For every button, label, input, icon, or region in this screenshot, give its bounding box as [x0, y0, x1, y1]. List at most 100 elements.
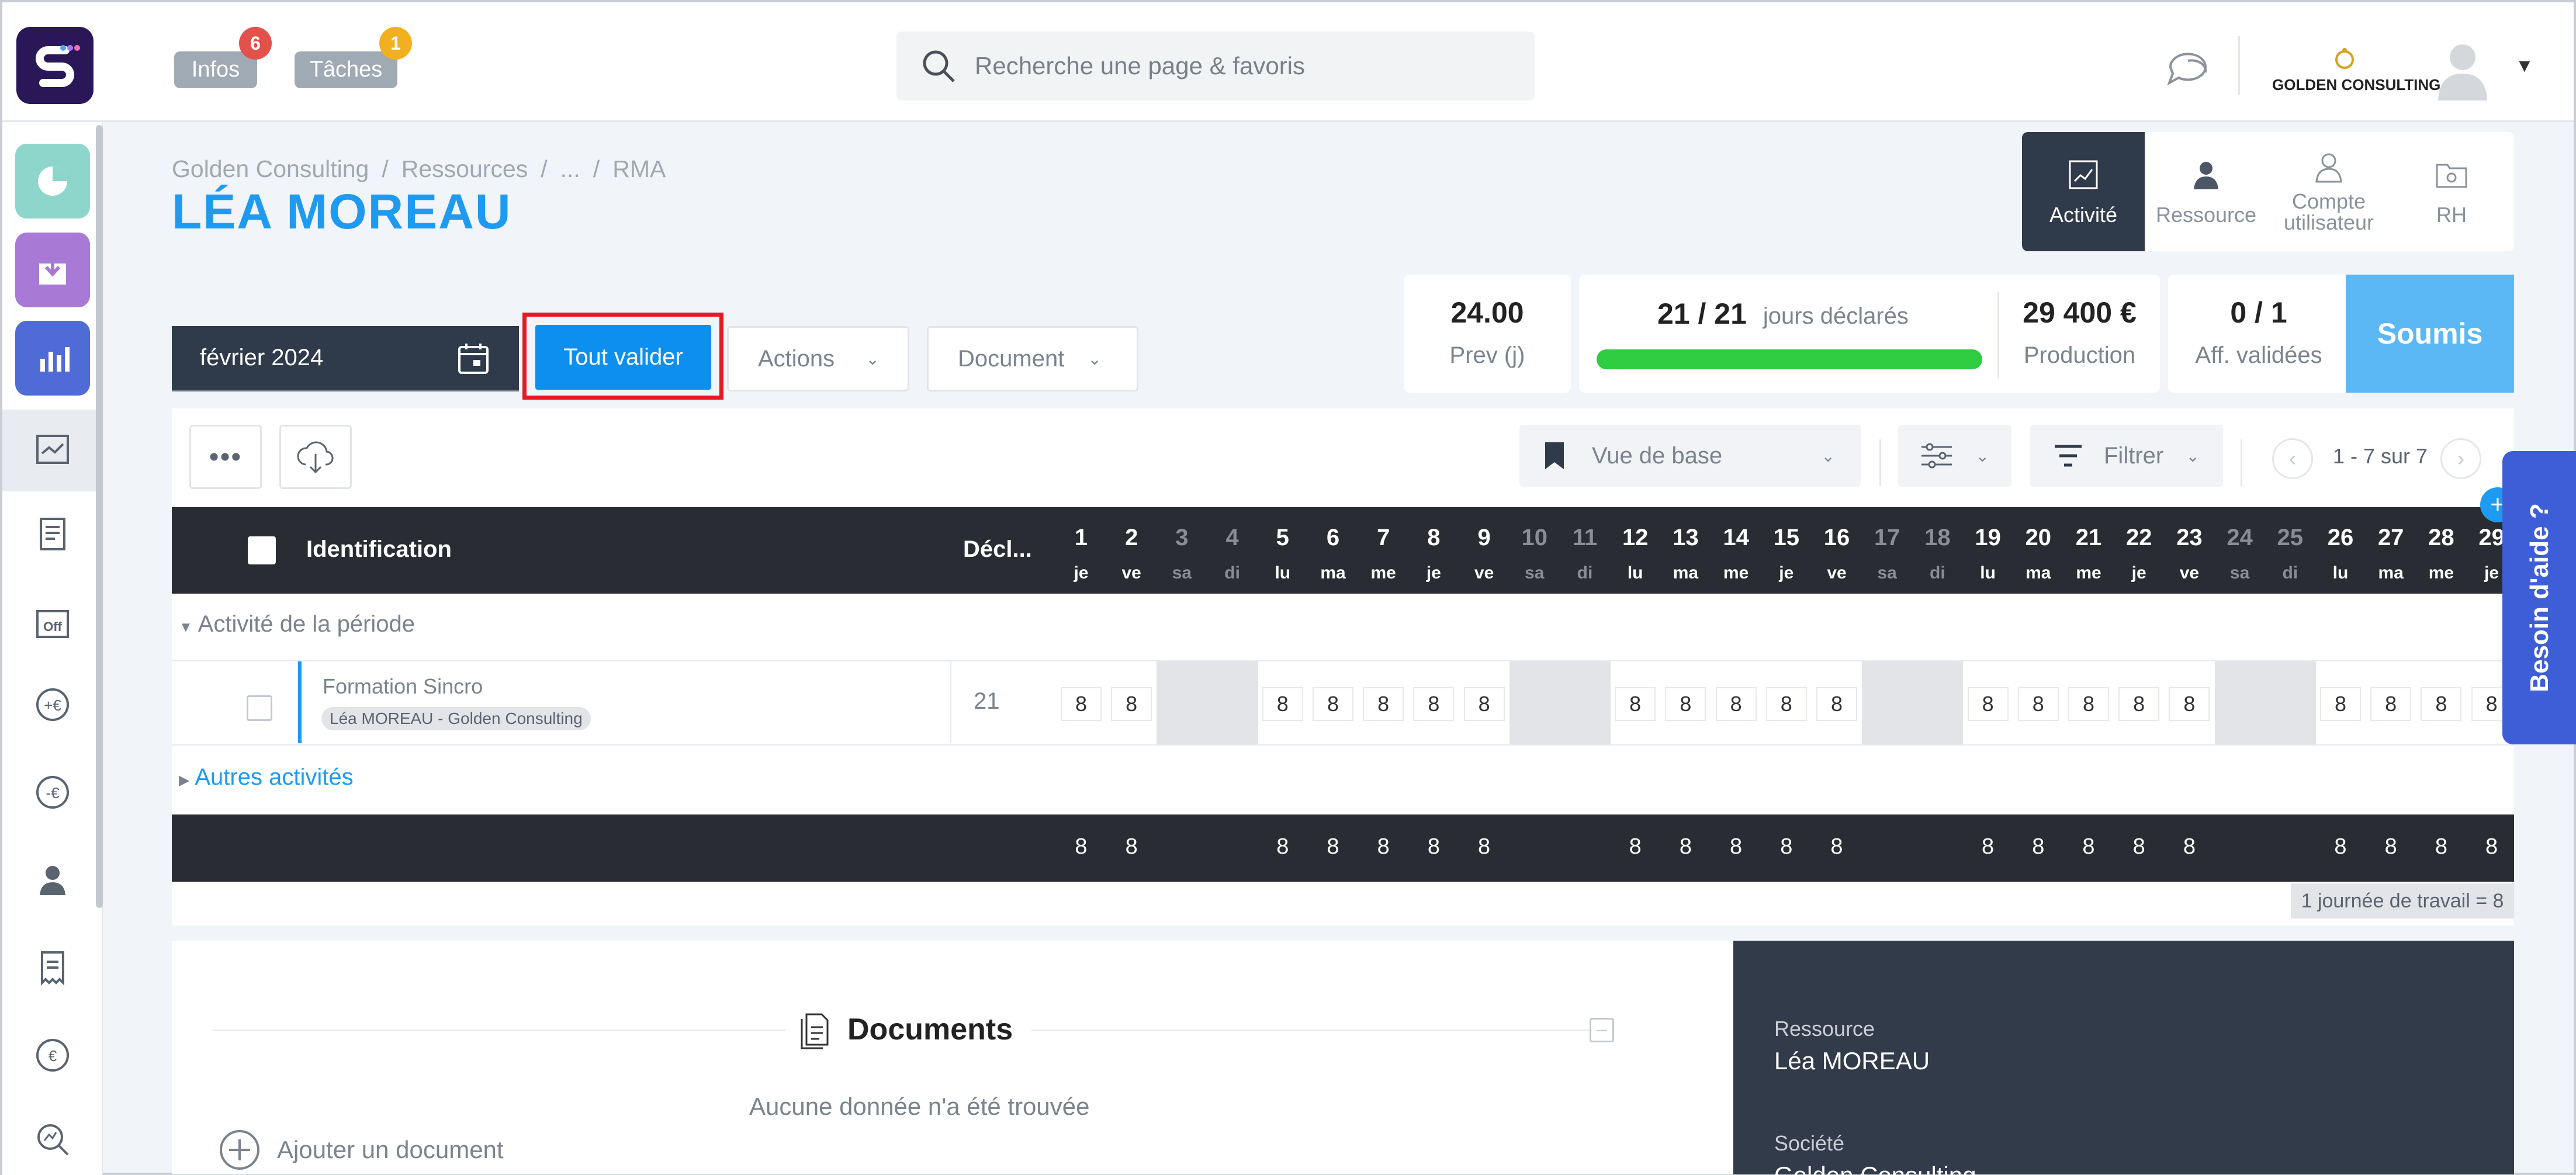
kpi-prev-value: 24.00	[1450, 296, 1524, 329]
day-hours-input[interactable]: 8	[2118, 687, 2160, 721]
document-dropdown[interactable]: Document ⌄	[927, 326, 1138, 391]
day-hours-input[interactable]: 8	[1262, 687, 1303, 721]
row-declared-total: 21	[974, 688, 1000, 714]
breadcrumb-link-company[interactable]: Golden Consulting	[172, 155, 369, 183]
day-hours-input[interactable]: 8	[1413, 687, 1455, 721]
sidebar-item-reports[interactable]	[15, 321, 90, 396]
day-weekday: sa	[1877, 563, 1897, 583]
breadcrumb-link-resources[interactable]: Ressources	[401, 155, 528, 183]
day-hours-input[interactable]: 8	[2370, 687, 2412, 721]
collapse-button[interactable]: –	[1590, 1018, 1614, 1042]
taches-label: Tâches	[309, 57, 383, 82]
day-hours-input[interactable]: 8	[1816, 687, 1857, 721]
sidebar-scrollbar[interactable]	[96, 125, 103, 908]
group-other[interactable]: ▶ Autres activités	[179, 764, 354, 791]
sidebar-item-revenue[interactable]: +€	[29, 681, 76, 728]
day-hours-input[interactable]: 8	[1313, 687, 1353, 721]
tab-rh[interactable]: RH	[2390, 132, 2513, 251]
day-weekday: sa	[2229, 563, 2250, 583]
group-period[interactable]: ▼ Activité de la période	[179, 611, 415, 637]
search-input[interactable]: Recherche une page & favoris	[896, 32, 1535, 100]
sidebar-item-documents[interactable]	[29, 944, 76, 991]
day-hours-input[interactable]: 8	[1765, 687, 1807, 721]
select-all-checkbox[interactable]	[248, 536, 276, 564]
download-button[interactable]	[279, 425, 352, 489]
month-picker[interactable]: février 2024	[172, 326, 519, 391]
weekend-cell	[1560, 661, 1611, 746]
day-hours-input[interactable]: 8	[2421, 687, 2462, 721]
validate-all-button[interactable]: Tout valider	[535, 325, 711, 390]
filter-button[interactable]: Filtrer ⌄	[2030, 425, 2223, 487]
actions-dropdown[interactable]: Actions ⌄	[727, 326, 909, 391]
row-checkbox[interactable]	[247, 695, 272, 721]
help-tab[interactable]: Besoin d'aide ?	[2502, 451, 2576, 744]
columns-settings-button[interactable]: ⌄	[1898, 425, 2011, 487]
sidebar-item-absences[interactable]: Off	[29, 598, 76, 645]
plus-euro-icon: +€	[36, 688, 69, 721]
day-hours-input[interactable]: 8	[1715, 687, 1757, 721]
sidebar-item-analytics[interactable]	[29, 1116, 76, 1163]
day-hours-input[interactable]: 8	[1665, 687, 1706, 721]
col-declared[interactable]: Décl...	[963, 536, 1032, 563]
receipt-icon	[41, 951, 64, 986]
day-hours-input[interactable]: 8	[2169, 687, 2210, 721]
day-total: 8	[1125, 834, 1138, 859]
day-hours-input[interactable]: 8	[1363, 687, 1404, 721]
day-total: 8	[1478, 834, 1491, 859]
avatar[interactable]	[2433, 37, 2492, 102]
add-document-button[interactable]: Ajouter un document	[219, 1129, 504, 1171]
next-page-button[interactable]: ›	[2440, 438, 2481, 479]
sidebar-item-activity[interactable]	[29, 425, 76, 472]
row-tag: Léa MOREAU - Golden Consulting	[321, 707, 591, 730]
sidebar-item-dashboard[interactable]	[15, 144, 90, 219]
workday-footnote: 1 journée de travail = 8	[2291, 883, 2514, 918]
day-number: 2	[1125, 525, 1138, 550]
sidebar-item-resources[interactable]	[29, 857, 76, 903]
infos-label: Infos	[191, 57, 240, 82]
day-total: 8	[2384, 834, 2397, 859]
col-identification[interactable]: Identification	[306, 536, 452, 563]
day-weekday: ma	[1320, 563, 1346, 583]
day-number: 8	[1427, 525, 1441, 550]
day-hours-input[interactable]: 8	[2017, 687, 2059, 721]
day-hours-input[interactable]: 8	[1463, 687, 1505, 721]
day-hours-input[interactable]: 8	[2320, 687, 2361, 721]
kpi-declared-label: jours déclarés	[1763, 303, 1909, 329]
divider	[950, 661, 951, 743]
day-total: 8	[1075, 834, 1088, 859]
help-label: Besoin d'aide ?	[2525, 503, 2554, 692]
app-logo[interactable]	[16, 27, 94, 104]
tab-ressource[interactable]: Ressource	[2145, 132, 2267, 251]
row-name[interactable]: Formation Sincro	[323, 674, 483, 699]
sidebar-item-expenses[interactable]: -€	[29, 769, 76, 816]
kpi-declared-value: 21 / 21	[1657, 297, 1747, 330]
tab-compte-utilisateur[interactable]: Compte utilisateur	[2267, 132, 2390, 251]
calendar-chart-icon	[36, 435, 69, 464]
day-total: 8	[2183, 834, 2196, 859]
prev-page-button[interactable]: ‹	[2272, 438, 2313, 479]
day-hours-input[interactable]: 8	[1061, 687, 1102, 721]
month-value: février 2024	[200, 345, 324, 370]
kpi-prev: 24.00 Prev (j)	[1404, 275, 1571, 393]
breadcrumb-ellipsis[interactable]: ...	[560, 155, 580, 183]
divider	[1031, 1030, 1592, 1031]
day-number: 9	[1477, 525, 1491, 550]
day-total: 8	[2485, 834, 2498, 859]
day-hours-input[interactable]: 8	[2068, 687, 2109, 721]
view-selector[interactable]: Vue de base ⌄	[1519, 425, 1861, 487]
day-weekday: lu	[1627, 563, 1643, 583]
day-hours-input[interactable]: 8	[1111, 687, 1152, 721]
day-hours-input[interactable]: 8	[1615, 687, 1656, 721]
sidebar-item-inbox[interactable]	[15, 233, 90, 307]
chevron-down-icon[interactable]: ▼	[2515, 55, 2534, 77]
chat-icon[interactable]	[2165, 47, 2211, 88]
taches-button[interactable]: Tâches	[295, 51, 397, 88]
tab-activite[interactable]: Activité	[2022, 132, 2145, 251]
sidebar-item-invoices[interactable]	[29, 511, 76, 557]
day-total: 8	[1830, 834, 1843, 859]
sidebar-item-payments[interactable]: €	[29, 1032, 76, 1079]
more-options-button[interactable]: •••	[189, 425, 262, 489]
day-number: 23	[2176, 525, 2203, 550]
infos-button[interactable]: Infos	[174, 51, 257, 88]
day-hours-input[interactable]: 8	[1967, 687, 2009, 721]
